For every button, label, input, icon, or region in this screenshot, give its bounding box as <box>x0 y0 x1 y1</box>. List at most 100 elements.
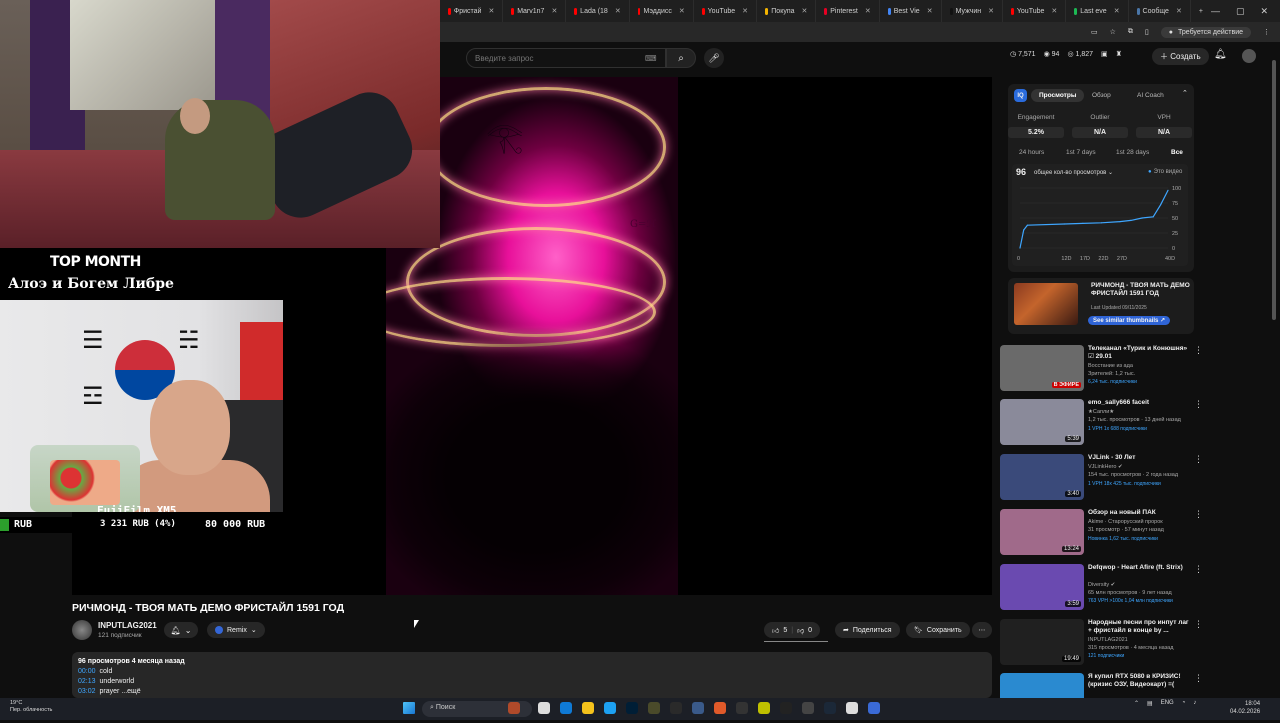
browser-tab[interactable]: Мэддисс ✕ <box>630 0 694 22</box>
task-view-icon[interactable] <box>538 702 550 714</box>
range-24h[interactable]: 24 hours <box>1019 149 1044 156</box>
close-tab-icon[interactable]: ✕ <box>1051 7 1057 15</box>
photoshop-icon[interactable] <box>626 702 638 714</box>
collapse-chevron-icon[interactable]: ⌃ <box>1182 89 1188 97</box>
recommended-title[interactable]: Обзор на новый ПАК <box>1088 509 1192 517</box>
recommended-thumbnail[interactable]: 13:24 <box>1000 509 1084 555</box>
notification-bell-button[interactable]: 🔔︎ ⌄ <box>164 622 198 638</box>
recommended-thumbnail[interactable]: 3:40 <box>1000 454 1084 500</box>
close-tab-icon[interactable]: ✕ <box>927 7 933 15</box>
steam-icon[interactable] <box>824 702 836 714</box>
browser-tab[interactable]: Lada (18 ✕ <box>566 0 630 22</box>
more-options-icon[interactable]: ⋮ <box>1194 509 1203 520</box>
obs-icon[interactable] <box>670 702 682 714</box>
tab-views[interactable]: Просмотры <box>1031 89 1085 102</box>
video-description[interactable]: 96 просмотров 4 месяца назад 00:00 cold 02… <box>72 652 992 698</box>
recommended-video[interactable]: 13:24 Обзор на новый ПАК Akime · Старорусс… <box>1000 509 1206 559</box>
sidebar-icon[interactable]: ▯ <box>1145 28 1149 36</box>
range-7d[interactable]: 1st 7 days <box>1066 149 1096 156</box>
close-tab-icon[interactable]: ✕ <box>615 7 621 15</box>
wifi-icon[interactable]: ◔ <box>1182 700 1186 707</box>
chrome-icon[interactable] <box>604 702 616 714</box>
search-input[interactable] <box>475 53 645 63</box>
recommended-video[interactable]: 19:49 Народные песни про инпут лаг + фрис… <box>1000 619 1206 669</box>
notifications-bell-icon[interactable]: 🔔︎ <box>1214 49 1227 60</box>
chapter-timestamp[interactable]: 00:00 <box>78 668 96 675</box>
voice-search-button[interactable]: 🎤︎ <box>704 48 724 68</box>
app-icon-2[interactable] <box>692 702 704 714</box>
windows-start-icon[interactable] <box>403 702 415 714</box>
account-avatar[interactable] <box>1242 49 1256 63</box>
browser-tab[interactable]: YouTube ✕ <box>1003 0 1067 22</box>
browser-tab[interactable]: Marv1n7 ✕ <box>503 0 567 22</box>
more-actions-button[interactable]: ⋯ <box>972 622 992 638</box>
browser-tab[interactable]: Pinterest ✕ <box>816 0 880 22</box>
close-tab-icon[interactable]: ✕ <box>488 7 494 15</box>
profile-action-button[interactable]: ● Требуется действие <box>1160 26 1251 38</box>
scrollbar[interactable] <box>1272 60 1276 320</box>
recommended-title[interactable]: Телеканал «Турик и Конюшня» ☑ 29.01 <box>1088 345 1192 361</box>
extensions-icon[interactable]: ⧉ <box>1128 28 1133 36</box>
close-tab-icon[interactable]: ✕ <box>988 7 994 15</box>
app-icon-8[interactable] <box>846 702 858 714</box>
edge-icon[interactable] <box>560 702 572 714</box>
recommended-title[interactable]: Defqwop - Heart Afire (ft. Strix) <box>1088 564 1192 572</box>
close-tab-icon[interactable]: ✕ <box>1114 7 1120 15</box>
recommended-channel[interactable]: INPUTLAG2021 <box>1088 637 1128 643</box>
more-options-icon[interactable]: ⋮ <box>1194 345 1203 356</box>
range-all[interactable]: Все <box>1171 149 1183 156</box>
recommended-channel[interactable]: VJLinkHero ✔ <box>1088 464 1123 470</box>
tray-chevron-icon[interactable]: ⌃ <box>1134 700 1139 707</box>
weather-widget[interactable]: 19°C Пер. облачность <box>10 700 52 714</box>
more-options-icon[interactable]: ⋮ <box>1194 619 1203 630</box>
remix-button[interactable]: Remix ⌄ <box>207 622 265 638</box>
network-icon[interactable]: ▤ <box>1147 700 1153 707</box>
app-icon-3[interactable] <box>714 702 726 714</box>
more-options-icon[interactable]: ⋮ <box>1194 564 1203 575</box>
app-icon[interactable] <box>508 702 520 714</box>
recommended-title[interactable]: emo_sally666 faceit <box>1088 399 1192 407</box>
more-options-icon[interactable]: ⋮ <box>1194 454 1203 465</box>
language-indicator[interactable]: ENG <box>1161 700 1174 707</box>
search-button[interactable]: ⌕ <box>666 48 696 68</box>
channel-name[interactable]: INPUTLAG2021 <box>98 621 157 630</box>
recommended-channel[interactable]: Восстание из ада <box>1088 363 1133 369</box>
similar-thumbnails-button[interactable]: See similar thumbnails ↗ <box>1088 316 1171 325</box>
close-window-icon[interactable]: ✕ <box>1260 6 1268 17</box>
browser-tab[interactable]: Last eve ✕ <box>1066 0 1129 22</box>
minimize-icon[interactable]: — <box>1211 6 1220 17</box>
recommended-thumbnail[interactable]: В ЭФИРЕ <box>1000 345 1084 391</box>
save-button[interactable]: 🔖︎ Сохранить <box>906 622 970 638</box>
browser-tab[interactable]: YouTube ✕ <box>694 0 758 22</box>
chapter-timestamp[interactable]: 03:02 <box>78 688 96 695</box>
chrome-active-icon[interactable] <box>868 702 880 714</box>
recommended-thumbnail[interactable]: 19:49 <box>1000 619 1084 665</box>
close-tab-icon[interactable]: ✕ <box>1176 7 1182 15</box>
app-icon-6[interactable] <box>780 702 792 714</box>
more-options-icon[interactable]: ⋮ <box>1194 673 1203 684</box>
recommended-channel[interactable]: ★Сапли★ <box>1088 409 1114 415</box>
recommended-video[interactable]: В ЭФИРЕ Телеканал «Турик и Конюшня» ☑ 29.… <box>1000 345 1206 395</box>
recommended-title[interactable]: Я купил RTX 5080 в КРИЗИС! (кризис ОЗУ, … <box>1088 673 1192 689</box>
system-clock[interactable]: 18:04 04.02.2026 <box>1230 700 1260 716</box>
explorer-icon[interactable] <box>582 702 594 714</box>
like-button[interactable]: 👍︎ 5 | 👎︎ 0 <box>764 622 821 638</box>
app-icon-4[interactable] <box>736 702 748 714</box>
create-button[interactable]: ＋ Создать <box>1152 48 1209 65</box>
recommended-title[interactable]: VJLink - 30 Лет <box>1088 454 1192 462</box>
close-tab-icon[interactable]: ✕ <box>802 7 808 15</box>
volume-icon[interactable]: ♪ <box>1193 700 1196 707</box>
close-tab-icon[interactable]: ✕ <box>551 7 557 15</box>
tab-overview[interactable]: Обзор <box>1084 89 1119 102</box>
recommended-channel[interactable]: Akime · Старорусский пророк <box>1088 519 1163 525</box>
browser-tab[interactable]: Сообще ✕ <box>1129 0 1191 22</box>
keyboard-icon[interactable]: ⌨ <box>645 54 657 63</box>
chapter-timestamp[interactable]: 02:13 <box>78 678 96 685</box>
close-tab-icon[interactable]: ✕ <box>865 7 871 15</box>
vidiq-icon[interactable]: ▣ <box>1101 50 1108 58</box>
app-icon-7[interactable] <box>802 702 814 714</box>
cast-icon[interactable]: ▭ <box>1091 28 1098 36</box>
browser-menu-icon[interactable]: ⋮ <box>1263 28 1270 36</box>
recommended-video[interactable]: 5:39 emo_sally666 faceit ★Сапли★ 1,2 тыс. п… <box>1000 399 1206 449</box>
channel-avatar[interactable] <box>72 620 92 640</box>
